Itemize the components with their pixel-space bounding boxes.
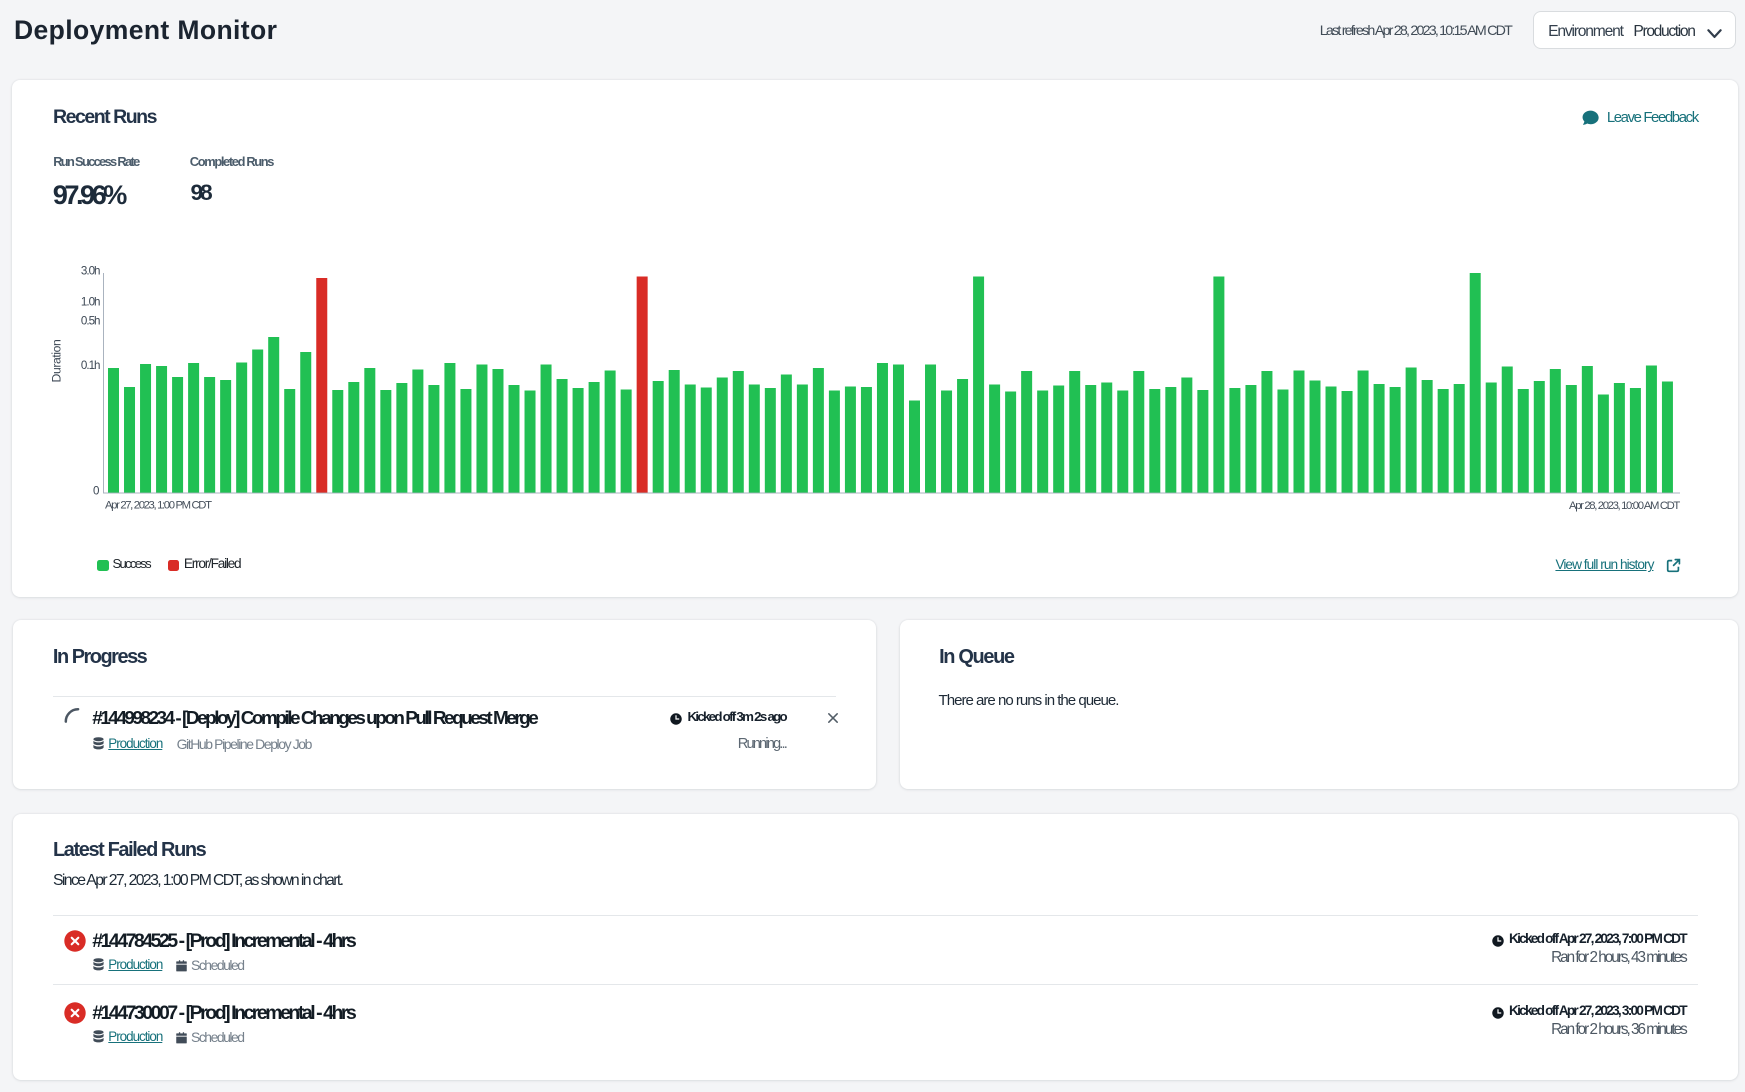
svg-text:1.0h: 1.0h xyxy=(81,296,100,309)
svg-text:Duration: Duration xyxy=(50,340,64,383)
svg-text:0.5h: 0.5h xyxy=(81,315,100,328)
svg-text:0: 0 xyxy=(93,485,99,498)
svg-text:0.1h: 0.1h xyxy=(81,359,100,372)
svg-text:3.0h: 3.0h xyxy=(81,265,100,278)
svg-text:Apr 28, 2023, 10:00 AM CDT: Apr 28, 2023, 10:00 AM CDT xyxy=(1569,500,1680,512)
svg-text:Apr 27, 2023, 1:00 PM CDT: Apr 27, 2023, 1:00 PM CDT xyxy=(105,500,212,512)
